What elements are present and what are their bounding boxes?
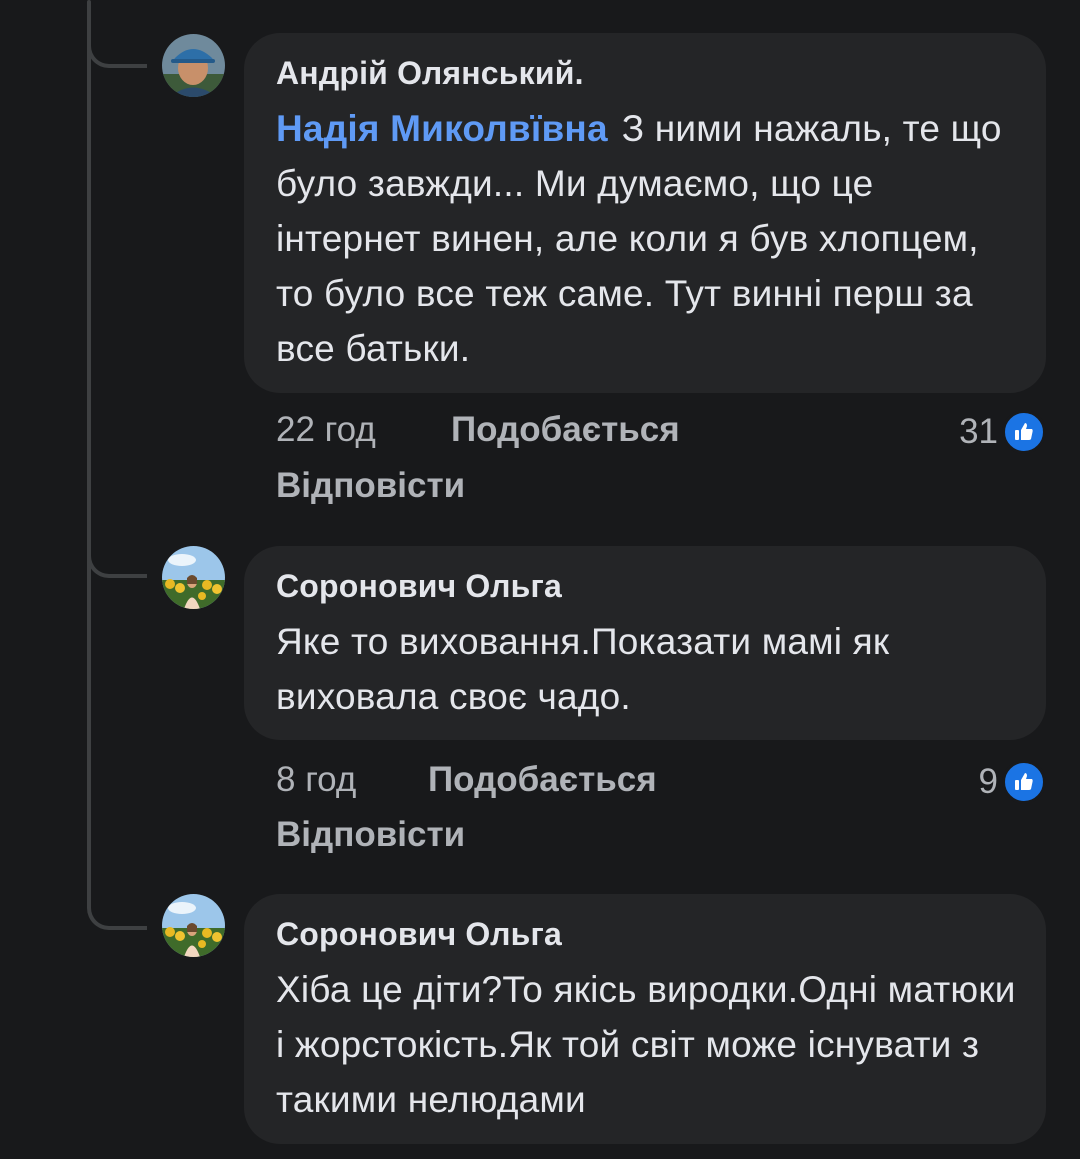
like-button[interactable]: Подобається xyxy=(451,410,680,450)
comment-author[interactable]: Андрій Олянський. xyxy=(276,53,1016,93)
reaction-summary[interactable]: 9 xyxy=(979,760,1046,804)
comment-timestamp[interactable]: 8 год xyxy=(276,760,356,800)
like-icon xyxy=(1002,410,1046,454)
thread-connector-hook xyxy=(87,900,147,930)
reply-button[interactable]: Відповісти xyxy=(276,466,465,506)
avatar[interactable] xyxy=(162,546,225,609)
avatar[interactable] xyxy=(162,34,225,97)
comment-text: Надія Миколвївна З ними нажаль, те що бул… xyxy=(276,101,1016,376)
mention-link[interactable]: Надія Миколвївна xyxy=(276,108,608,149)
woman-sunflowers-avatar-icon xyxy=(162,894,225,957)
reaction-count: 31 xyxy=(959,412,998,451)
avatar[interactable] xyxy=(162,894,225,957)
reaction-count: 9 xyxy=(978,762,998,801)
reply-button[interactable]: Відповісти xyxy=(276,815,465,855)
like-button[interactable]: Подобається xyxy=(428,760,657,800)
comment-text: Яке то виховання.Показати мамі як вихова… xyxy=(276,621,890,717)
comment-text: Хіба це діти?То якісь виродки.Одні матюк… xyxy=(276,969,1016,1120)
comment-bubble: Андрій Олянський. Надія Миколвївна З ними… xyxy=(244,33,1046,393)
comment-actions: 8 год Подобається 9 xyxy=(276,760,1046,804)
comment-thread: Андрій Олянський. Надія Миколвївна З ними… xyxy=(0,0,1080,1159)
woman-sunflowers-avatar-icon xyxy=(162,546,225,609)
comment-author[interactable]: Соронович Ольга xyxy=(276,914,1016,954)
comment-actions: 22 год Подобається 31 xyxy=(276,410,1046,454)
thread-connector-hook xyxy=(87,38,147,68)
comment-author[interactable]: Соронович Ольга xyxy=(276,566,1016,606)
thread-connector-hook xyxy=(87,548,147,578)
comment-bubble: Соронович Ольга Хіба це діти?То якісь ви… xyxy=(244,894,1046,1144)
man-in-cap-avatar-icon xyxy=(162,34,225,97)
thread-connector-line xyxy=(87,0,91,905)
comment-timestamp[interactable]: 22 год xyxy=(276,410,376,450)
reaction-summary[interactable]: 31 xyxy=(959,410,1046,454)
like-icon xyxy=(1002,760,1046,804)
comment-bubble: Соронович Ольга Яке то виховання.Показат… xyxy=(244,546,1046,740)
